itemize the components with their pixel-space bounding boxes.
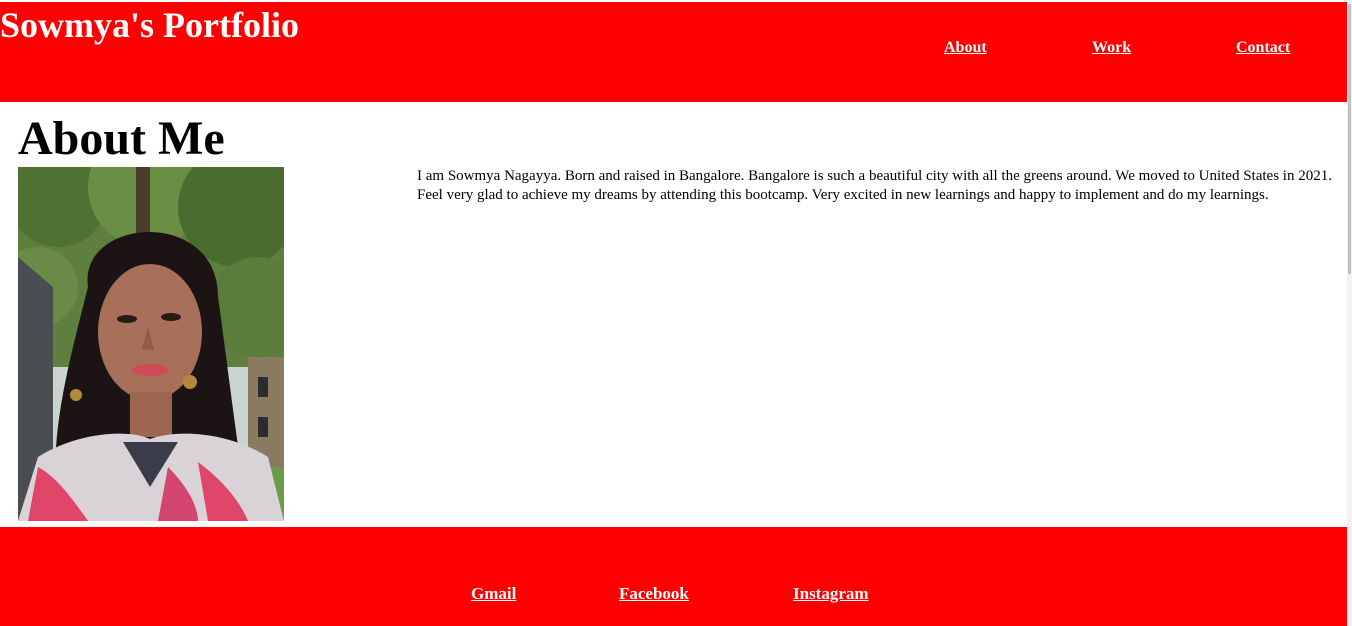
site-footer: Gmail Facebook Instagram xyxy=(0,527,1347,626)
main-nav: About Work Contact xyxy=(944,38,1304,62)
nav-link-work[interactable]: Work xyxy=(1092,38,1131,58)
page: Sowmya's Portfolio About Work Contact Ab… xyxy=(0,0,1352,626)
footer-link-facebook[interactable]: Facebook xyxy=(619,584,689,604)
site-header: Sowmya's Portfolio About Work Contact xyxy=(0,2,1347,102)
profile-photo xyxy=(18,167,284,521)
about-heading: About Me xyxy=(18,112,225,165)
site-title: Sowmya's Portfolio xyxy=(0,5,299,45)
nav-link-contact[interactable]: Contact xyxy=(1236,38,1290,58)
nav-link-about[interactable]: About xyxy=(944,38,987,58)
bio-text: I am Sowmya Nagayya. Born and raised in … xyxy=(417,168,1332,203)
footer-link-instagram[interactable]: Instagram xyxy=(793,584,869,604)
footer-link-gmail[interactable]: Gmail xyxy=(471,584,516,604)
vertical-scrollbar[interactable] xyxy=(1347,0,1352,626)
scrollbar-thumb[interactable] xyxy=(1348,4,1351,274)
